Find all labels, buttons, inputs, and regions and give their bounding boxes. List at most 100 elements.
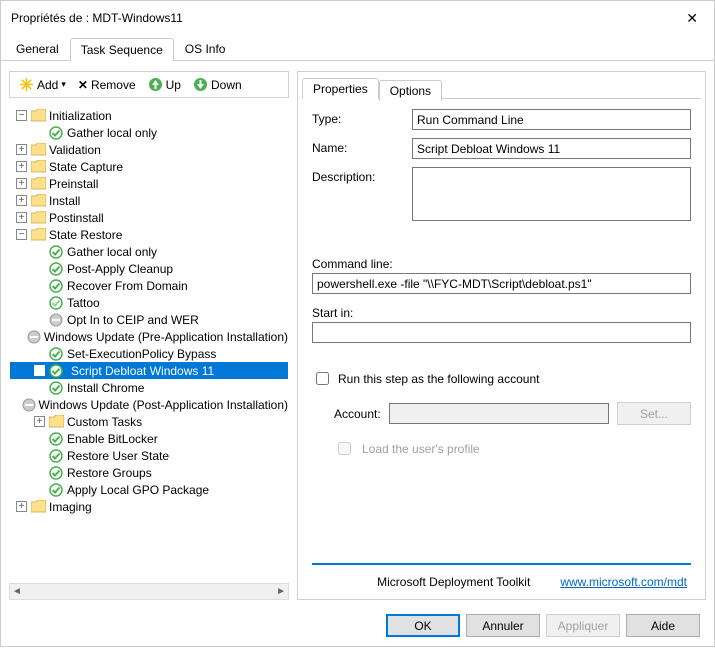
spacer bbox=[34, 246, 45, 257]
add-button[interactable]: Add ▾ bbox=[15, 75, 70, 94]
main-tabs: General Task Sequence OS Info bbox=[1, 31, 714, 61]
window-title: Propriétés de : MDT-Windows11 bbox=[11, 11, 183, 25]
tree-item[interactable]: Windows Update (Post-Application Install… bbox=[10, 396, 288, 413]
subtab-options[interactable]: Options bbox=[379, 80, 442, 101]
description-label: Description: bbox=[312, 167, 402, 184]
add-icon bbox=[19, 77, 34, 92]
tree-item[interactable]: Apply Local GPO Package bbox=[10, 481, 288, 498]
folder-icon bbox=[30, 159, 46, 175]
tree-item[interactable]: + Postinstall bbox=[10, 209, 288, 226]
expand-icon[interactable]: + bbox=[16, 144, 27, 155]
folder-icon bbox=[48, 414, 64, 430]
chevron-down-icon: ▾ bbox=[61, 79, 66, 90]
folder-icon bbox=[30, 210, 46, 226]
tree-item[interactable]: Tattoo bbox=[10, 294, 288, 311]
start-in-field[interactable] bbox=[312, 322, 691, 343]
folder-icon bbox=[30, 108, 46, 124]
expand-icon[interactable]: + bbox=[34, 416, 45, 427]
spacer bbox=[20, 331, 24, 342]
expand-icon[interactable]: + bbox=[16, 501, 27, 512]
tab-general[interactable]: General bbox=[5, 37, 70, 60]
tree-item-label: Apply Local GPO Package bbox=[67, 483, 209, 497]
ok-button[interactable]: OK bbox=[386, 614, 460, 637]
tree-item-label: Install bbox=[49, 194, 80, 208]
load-profile-checkbox bbox=[338, 442, 351, 455]
spacer bbox=[34, 467, 45, 478]
tree-item-label: State Restore bbox=[49, 228, 122, 242]
tree-item-label: Custom Tasks bbox=[67, 415, 142, 429]
tree-item-label: Restore User State bbox=[67, 449, 169, 463]
name-field[interactable] bbox=[412, 138, 691, 159]
cancel-button[interactable]: Annuler bbox=[466, 614, 540, 637]
tree-item[interactable]: + Validation bbox=[10, 141, 288, 158]
tree-item[interactable]: Recover From Domain bbox=[10, 277, 288, 294]
remove-button[interactable]: ✕ Remove bbox=[74, 76, 140, 94]
check-step-icon bbox=[48, 380, 64, 396]
tree-item[interactable]: Script Debloat Windows 11 bbox=[10, 362, 288, 379]
expand-icon[interactable]: + bbox=[16, 212, 27, 223]
tree-item[interactable]: Gather local only bbox=[10, 243, 288, 260]
tree-item[interactable]: + State Capture bbox=[10, 158, 288, 175]
spacer bbox=[34, 263, 45, 274]
check-step-icon bbox=[48, 125, 64, 141]
spacer bbox=[34, 382, 45, 393]
up-button[interactable]: Up bbox=[144, 75, 185, 94]
tree-item[interactable]: − State Restore bbox=[10, 226, 288, 243]
tree-item-label: Recover From Domain bbox=[67, 279, 188, 293]
tree-item[interactable]: + Install bbox=[10, 192, 288, 209]
disabled-step-icon bbox=[27, 329, 41, 345]
tree-item[interactable]: Install Chrome bbox=[10, 379, 288, 396]
check-step-icon bbox=[48, 295, 64, 311]
apply-button: Appliquer bbox=[546, 614, 620, 637]
spacer bbox=[34, 348, 45, 359]
tree-item[interactable]: Post-Apply Cleanup bbox=[10, 260, 288, 277]
tree-item[interactable]: +Preinstall bbox=[10, 175, 288, 192]
close-icon[interactable]: ✕ bbox=[680, 10, 704, 27]
spacer bbox=[34, 484, 45, 495]
help-button[interactable]: Aide bbox=[626, 614, 700, 637]
tab-task-sequence[interactable]: Task Sequence bbox=[70, 38, 174, 61]
tree-item[interactable]: Opt In to CEIP and WER bbox=[10, 311, 288, 328]
tree-item[interactable]: Restore User State bbox=[10, 447, 288, 464]
command-line-label: Command line: bbox=[312, 257, 691, 271]
expand-icon[interactable]: + bbox=[16, 161, 27, 172]
down-button[interactable]: Down bbox=[189, 75, 246, 94]
tree-item[interactable]: +Imaging bbox=[10, 498, 288, 515]
tree-item[interactable]: Enable BitLocker bbox=[10, 430, 288, 447]
tree-item-label: Validation bbox=[49, 143, 101, 157]
tree-item[interactable]: Restore Groups bbox=[10, 464, 288, 481]
check-step-icon bbox=[48, 261, 64, 277]
check-step-icon bbox=[48, 465, 64, 481]
tree-item-label: Gather local only bbox=[67, 245, 157, 259]
tree-item[interactable]: −Initialization bbox=[10, 107, 288, 124]
tree-toolbar: Add ▾ ✕ Remove Up Down bbox=[9, 71, 289, 98]
tree-item-label: Script Debloat Windows 11 bbox=[67, 364, 218, 378]
folder-icon bbox=[30, 193, 46, 209]
horizontal-scrollbar[interactable]: ◄► bbox=[9, 583, 289, 600]
subtab-properties[interactable]: Properties bbox=[302, 78, 379, 99]
expand-icon[interactable]: + bbox=[16, 178, 27, 189]
collapse-icon[interactable]: − bbox=[16, 229, 27, 240]
tree-item-label: Restore Groups bbox=[67, 466, 152, 480]
tree-item[interactable]: Gather local only bbox=[10, 124, 288, 141]
tree-item-label: Postinstall bbox=[49, 211, 104, 225]
expand-icon[interactable]: + bbox=[16, 195, 27, 206]
check-step-icon bbox=[48, 346, 64, 362]
tab-os-info[interactable]: OS Info bbox=[174, 37, 237, 60]
description-field[interactable] bbox=[412, 167, 691, 221]
tree-item[interactable]: Windows Update (Pre-Application Installa… bbox=[10, 328, 288, 345]
task-tree[interactable]: −InitializationGather local only+Validat… bbox=[9, 104, 289, 583]
check-step-icon bbox=[48, 431, 64, 447]
collapse-icon[interactable]: − bbox=[16, 110, 27, 121]
footer-link[interactable]: www.microsoft.com/mdt bbox=[560, 575, 687, 589]
tree-item[interactable]: + Custom Tasks bbox=[10, 413, 288, 430]
start-in-label: Start in: bbox=[312, 306, 691, 320]
tree-item-label: Install Chrome bbox=[67, 381, 144, 395]
folder-icon bbox=[30, 176, 46, 192]
account-field bbox=[389, 403, 609, 424]
run-as-checkbox[interactable] bbox=[316, 372, 329, 385]
tree-item-label: State Capture bbox=[49, 160, 123, 174]
check-step-icon bbox=[48, 482, 64, 498]
command-line-field[interactable] bbox=[312, 273, 691, 294]
tree-item[interactable]: Set-ExecutionPolicy Bypass bbox=[10, 345, 288, 362]
